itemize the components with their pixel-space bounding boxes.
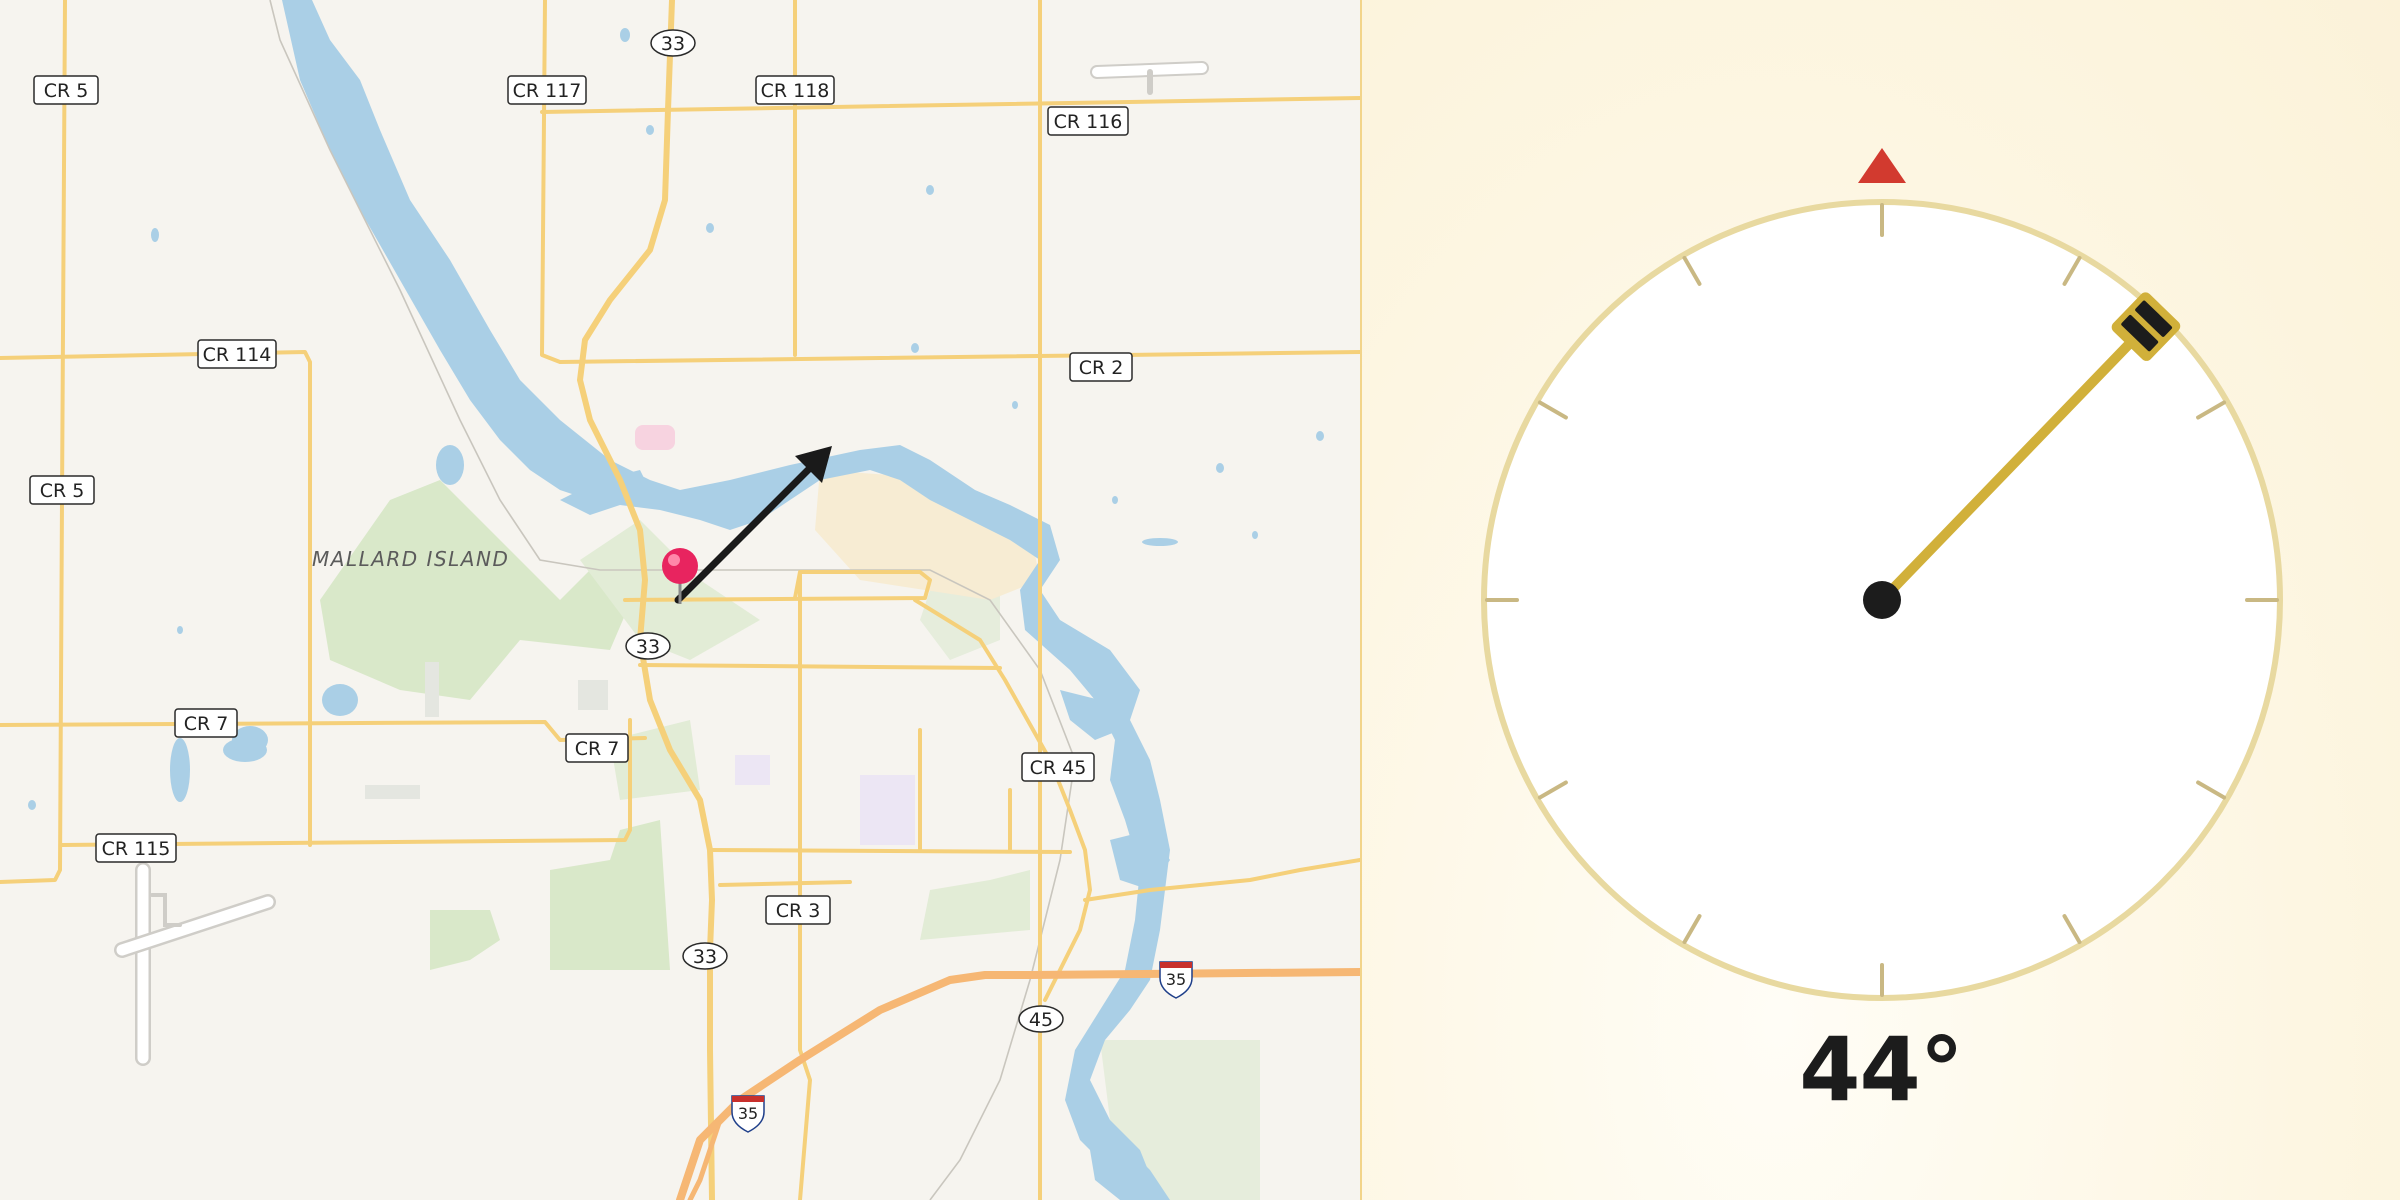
road-label-cr7-west[interactable]: CR 7 <box>174 708 238 738</box>
road-label-cr2[interactable]: CR 2 <box>1069 352 1133 382</box>
road-label-cr45[interactable]: CR 45 <box>1021 752 1095 782</box>
svg-text:CR 118: CR 118 <box>761 80 830 102</box>
north-triangle-icon <box>1858 148 1906 183</box>
svg-text:CR 45: CR 45 <box>1030 757 1087 779</box>
road-label-cr7-east[interactable]: CR 7 <box>565 733 629 763</box>
road-label-cr115[interactable]: CR 115 <box>95 833 177 863</box>
svg-text:CR 7: CR 7 <box>575 738 620 760</box>
shield-i35-south[interactable]: 35 <box>731 1095 765 1133</box>
svg-text:CR 117: CR 117 <box>513 80 582 102</box>
svg-text:CR 3: CR 3 <box>776 900 821 922</box>
svg-text:33: 33 <box>661 33 685 55</box>
road-label-cr117[interactable]: CR 117 <box>507 75 587 105</box>
direction-arrow-icon <box>674 446 832 604</box>
landuse-areas <box>320 425 1260 1200</box>
shield-hwy45[interactable]: 45 <box>1018 1005 1064 1033</box>
road-label-cr116[interactable]: CR 116 <box>1047 106 1129 136</box>
needle-pivot <box>1863 581 1901 619</box>
road-label-cr5-mid[interactable]: CR 5 <box>29 475 95 505</box>
road-label-cr5-north[interactable]: CR 5 <box>33 75 99 105</box>
place-label-mallard-island: MALLARD ISLAND <box>312 547 509 571</box>
road-label-cr3[interactable]: CR 3 <box>765 895 831 925</box>
svg-text:CR 116: CR 116 <box>1054 111 1123 133</box>
map-panel[interactable]: MALLARD ISLAND CR 5 CR 5 CR 117 CR 118 C… <box>0 0 1362 1200</box>
svg-text:35: 35 <box>738 1104 758 1123</box>
shield-hwy33-mid[interactable]: 33 <box>625 632 671 660</box>
svg-text:CR 5: CR 5 <box>40 480 85 502</box>
svg-text:CR 2: CR 2 <box>1079 357 1124 379</box>
shield-i35-east[interactable]: 35 <box>1159 961 1193 999</box>
svg-text:33: 33 <box>693 946 717 968</box>
svg-text:35: 35 <box>1166 970 1186 989</box>
svg-text:CR 7: CR 7 <box>184 713 229 735</box>
compass-panel: 44° <box>1362 0 2400 1200</box>
svg-text:CR 115: CR 115 <box>102 838 171 860</box>
svg-text:CR 114: CR 114 <box>203 344 272 366</box>
shield-hwy33-north[interactable]: 33 <box>650 29 696 57</box>
svg-text:33: 33 <box>636 636 660 658</box>
map-canvas[interactable]: MALLARD ISLAND CR 5 CR 5 CR 117 CR 118 C… <box>0 0 1360 1200</box>
svg-text:CR 5: CR 5 <box>44 80 89 102</box>
heading-readout: 44° <box>1799 1018 1963 1121</box>
shield-hwy33-south[interactable]: 33 <box>682 942 728 970</box>
road-label-cr118[interactable]: CR 118 <box>755 75 835 105</box>
svg-text:45: 45 <box>1029 1009 1053 1031</box>
road-label-cr114[interactable]: CR 114 <box>197 339 277 369</box>
